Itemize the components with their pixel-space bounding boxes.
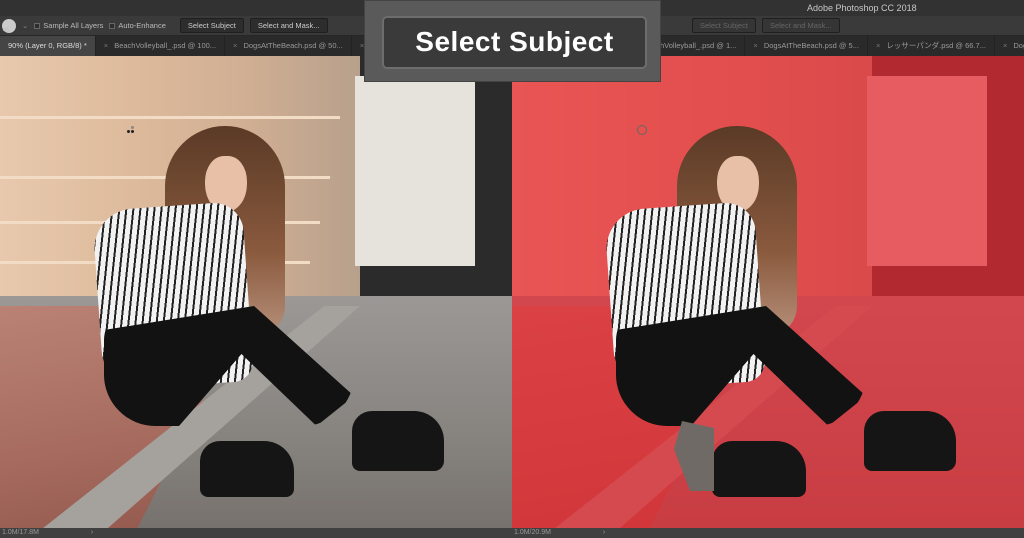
close-icon[interactable]: × bbox=[104, 41, 108, 50]
brush-size: 45 bbox=[3, 28, 10, 34]
status-menu-arrow[interactable]: › bbox=[91, 529, 93, 536]
document-canvas[interactable] bbox=[0, 56, 512, 528]
close-icon[interactable]: × bbox=[753, 41, 757, 50]
subject-pants bbox=[616, 306, 866, 426]
select-and-mask-button[interactable]: Select and Mask... bbox=[761, 18, 840, 33]
tab-current-document[interactable]: 90% (Layer 0, RGB/8) * bbox=[0, 36, 96, 56]
select-and-mask-button[interactable]: Select and Mask... bbox=[249, 18, 328, 33]
close-icon[interactable]: × bbox=[233, 41, 237, 50]
checkbox-icon bbox=[34, 23, 41, 30]
document-size: 1.0M/17.8M bbox=[2, 529, 39, 536]
tab-dogsatthebeach[interactable]: × DogsAtTheBeach.psd @ 50... bbox=[225, 36, 352, 56]
subject-boot bbox=[712, 441, 806, 497]
subject-boot bbox=[200, 441, 294, 497]
quick-selection-cursor-icon bbox=[125, 126, 135, 134]
tab-beachvolleyball[interactable]: hVolleyball_.psd @ 1... bbox=[652, 36, 746, 56]
background-building bbox=[355, 76, 475, 266]
select-subject-callout: Select Subject bbox=[364, 0, 661, 82]
select-subject-button[interactable]: Select Subject bbox=[179, 18, 244, 33]
subject-boot bbox=[864, 411, 956, 471]
select-subject-button-enlarged[interactable]: Select Subject bbox=[382, 16, 647, 69]
auto-enhance-checkbox[interactable]: Auto-Enhance bbox=[109, 21, 166, 30]
tab-beachvolleyball[interactable]: × BeachVolleyball_.psd @ 100... bbox=[96, 36, 226, 56]
chevron-down-icon[interactable]: ⌄ bbox=[22, 21, 28, 30]
sample-all-layers-checkbox[interactable]: Sample All Layers bbox=[34, 21, 103, 30]
select-subject-button[interactable]: Select Subject bbox=[692, 18, 756, 33]
status-bar: 1.0M/20.9M › bbox=[512, 528, 1024, 538]
close-icon[interactable]: × bbox=[1003, 41, 1007, 50]
close-icon[interactable]: × bbox=[876, 41, 880, 50]
brush-cursor-icon bbox=[637, 125, 647, 135]
status-bar: 1.0M/17.8M › bbox=[0, 528, 512, 538]
selected-subject bbox=[512, 56, 1024, 528]
tab-dogsatthebeach[interactable]: × DogsAtTheBeach.psd @ 5... bbox=[745, 36, 868, 56]
document-canvas-masked[interactable] bbox=[512, 56, 1024, 528]
checkbox-icon bbox=[109, 23, 116, 30]
tab-red-panda[interactable]: × レッサーパンダ.psd @ 66.7... bbox=[868, 36, 995, 56]
unmasked-shadow-region bbox=[674, 421, 714, 491]
app-title: Adobe Photoshop CC 2018 bbox=[807, 3, 917, 13]
tab-dogs[interactable]: ×Dogs bbox=[995, 36, 1024, 56]
document-size: 1.0M/20.9M bbox=[514, 529, 551, 536]
subject-boot bbox=[352, 411, 444, 471]
status-menu-arrow[interactable]: › bbox=[603, 529, 605, 536]
